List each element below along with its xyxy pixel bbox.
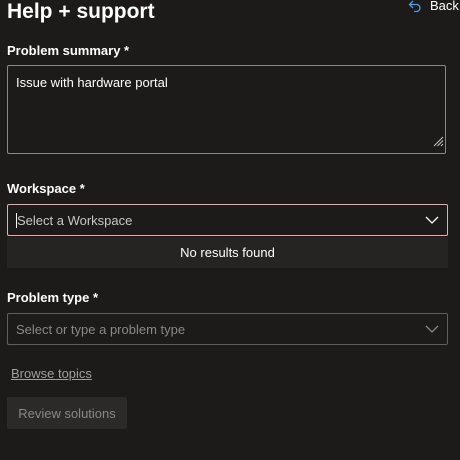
chevron-down-icon[interactable] <box>425 313 439 345</box>
browse-topics-link[interactable]: Browse topics <box>11 366 92 381</box>
no-results-message: No results found <box>180 245 275 260</box>
back-button[interactable]: Back <box>408 0 459 14</box>
problem-summary-value: Issue with hardware portal <box>16 75 168 90</box>
chevron-down-icon[interactable] <box>425 204 439 236</box>
resize-grip-icon[interactable] <box>433 134 444 152</box>
back-arrow-icon <box>408 0 422 12</box>
problem-summary-textarea[interactable]: Issue with hardware portal <box>7 65 446 154</box>
workspace-combobox[interactable]: Select a Workspace <box>7 204 448 236</box>
problem-type-label: Problem type * <box>7 290 99 305</box>
workspace-dropdown: No results found <box>7 237 448 268</box>
problem-type-combobox[interactable]: Select or type a problem type <box>7 313 448 345</box>
page-title: Help + support <box>7 0 155 23</box>
review-solutions-button[interactable]: Review solutions <box>7 397 127 429</box>
problem-summary-label: Problem summary * <box>7 43 130 58</box>
workspace-label: Workspace * <box>7 181 85 196</box>
back-label: Back <box>430 0 459 13</box>
workspace-placeholder: Select a Workspace <box>17 212 133 228</box>
problem-type-placeholder: Select or type a problem type <box>16 321 186 337</box>
